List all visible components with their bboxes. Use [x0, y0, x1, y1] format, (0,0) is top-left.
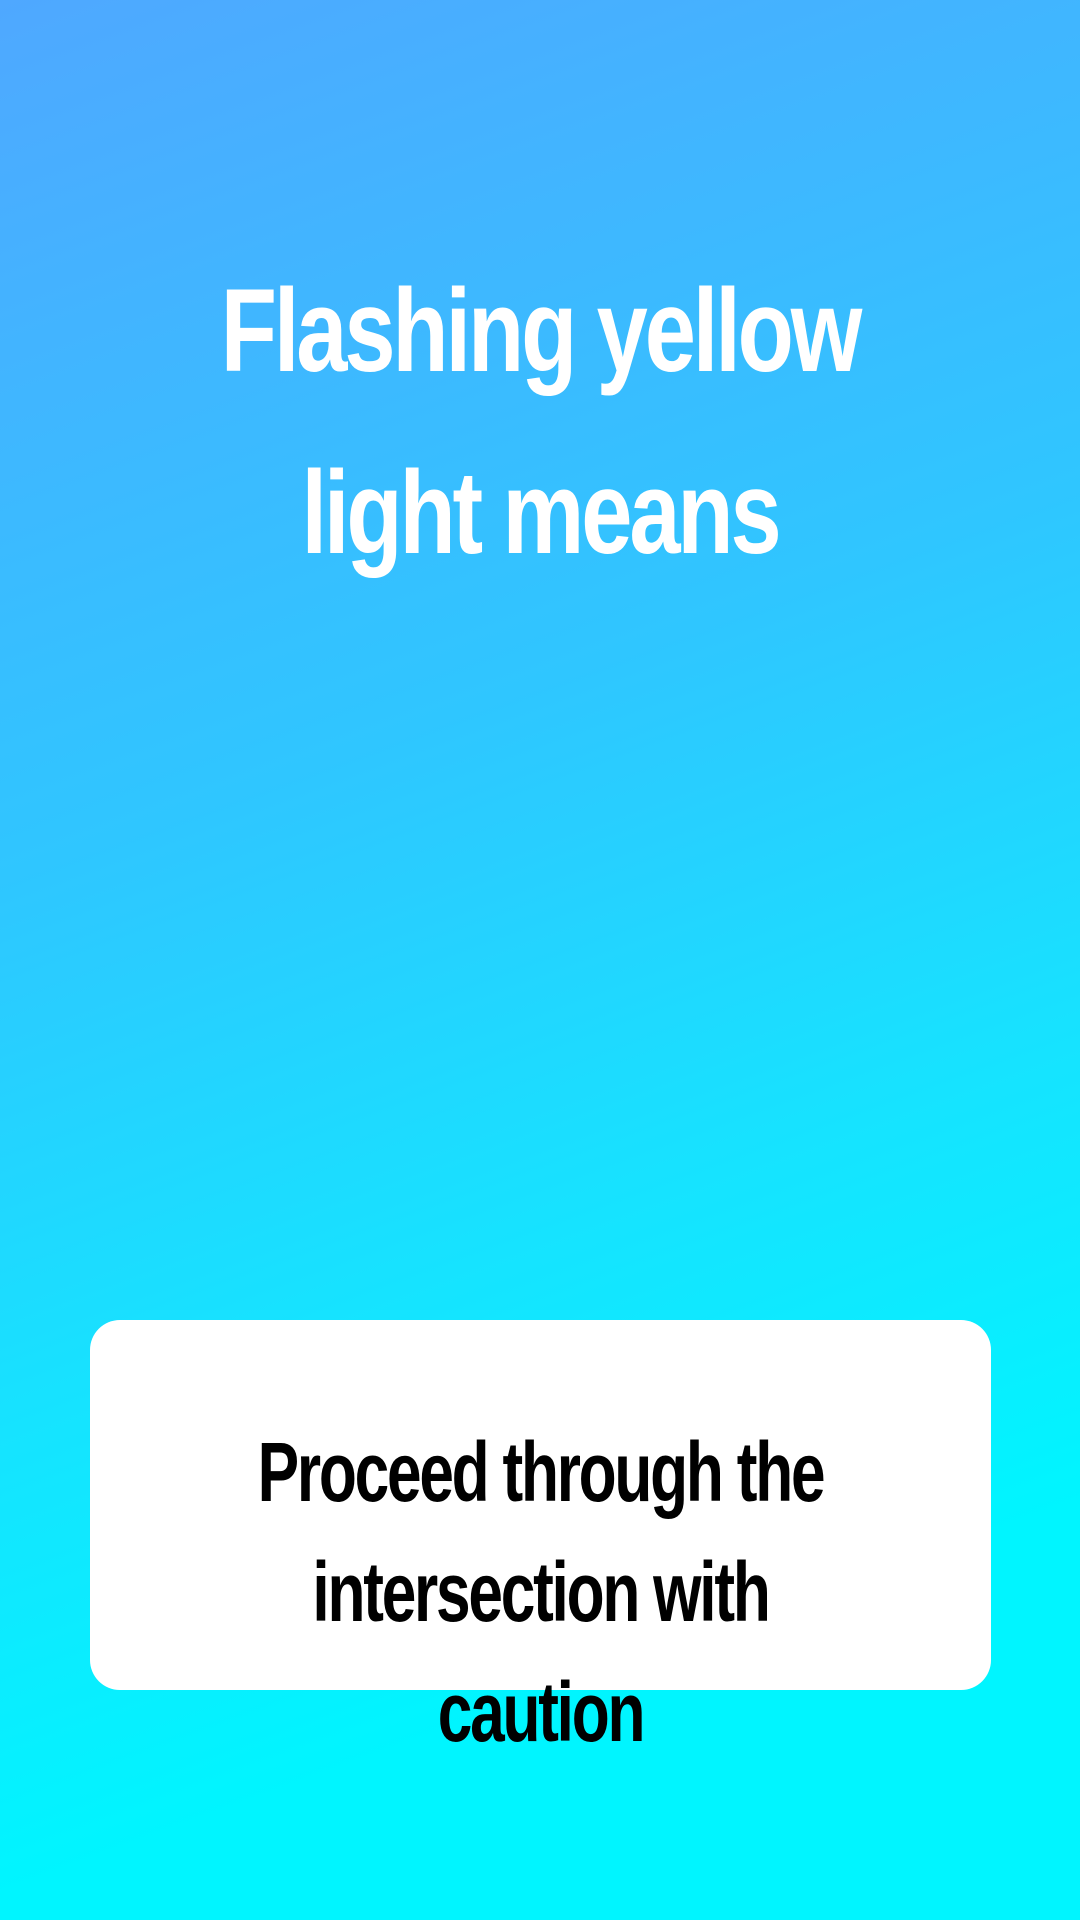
answer-card[interactable]: Proceed through the intersection with ca… — [90, 1320, 991, 1759]
answer-text: Proceed through the intersection with ca… — [257, 1425, 826, 1759]
flashcard-screen: { "card": { "question": "Flashing yellow… — [0, 0, 1080, 1920]
question-text: Flashing yellow light means — [220, 265, 863, 579]
